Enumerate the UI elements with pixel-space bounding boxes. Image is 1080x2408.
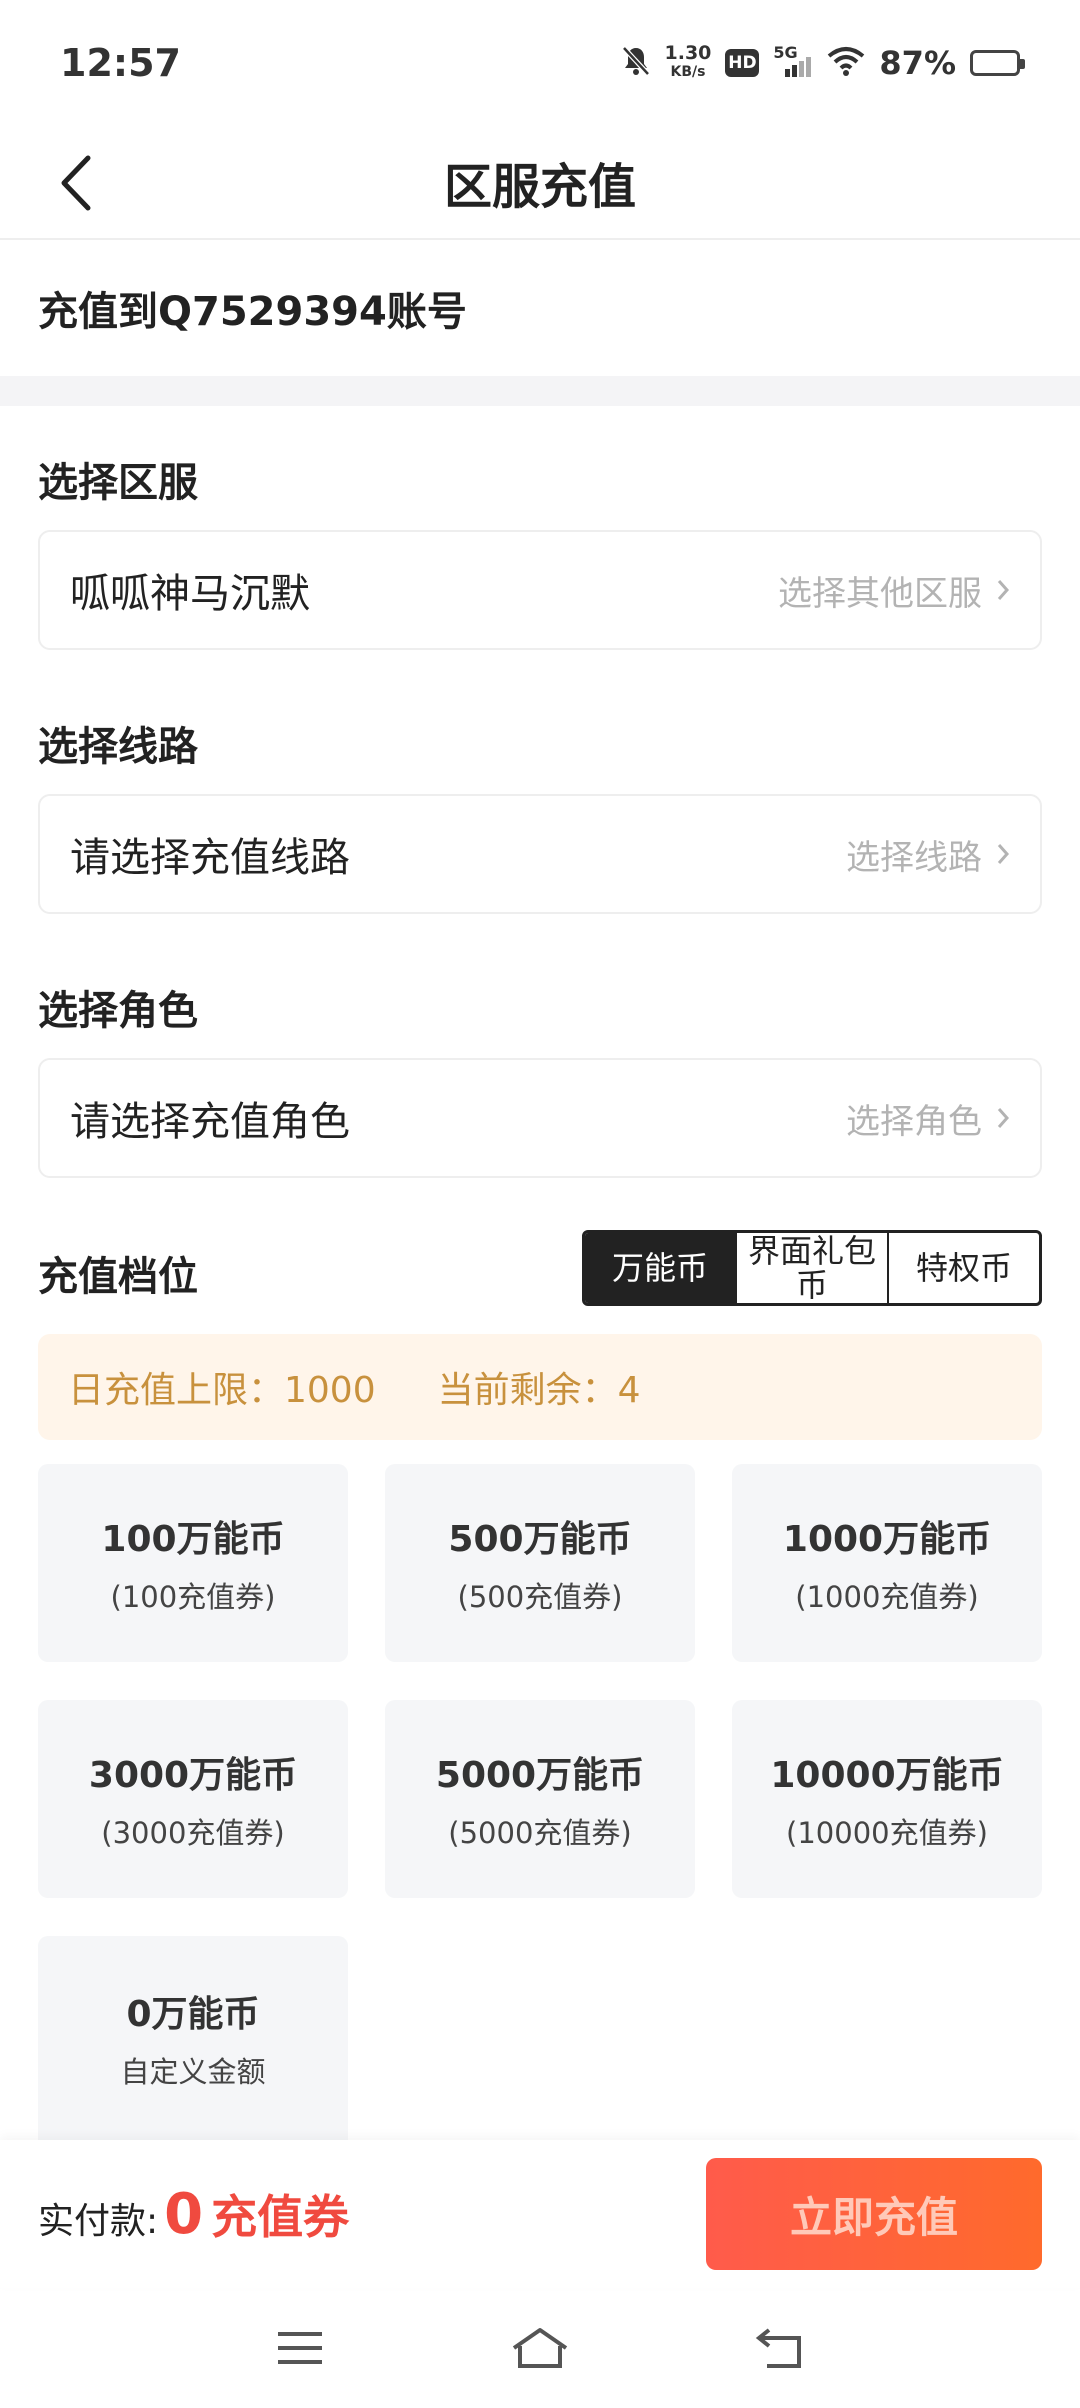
option-custom[interactable]: 0万能币 自定义金额 (38, 1936, 348, 2140)
status-icons: 1.30 KB/s HD 5G 87% (621, 43, 1025, 82)
server-label: 选择区服 (38, 460, 198, 506)
account-row: 充值到Q7529394账号 (0, 240, 1080, 376)
route-hint: 选择线路 (846, 830, 1010, 879)
server-select[interactable]: 呱呱神马沉默 选择其他区服 (38, 530, 1042, 650)
option-title: 100万能币 (101, 1519, 285, 1560)
page-title: 区服充值 (443, 159, 636, 215)
option-title: 1000万能币 (782, 1519, 992, 1560)
recharge-limit-banner: 日充值上限：1000 当前剩余：4 (38, 1334, 1042, 1440)
daily-limit: 日充值上限：1000 (68, 1370, 376, 1411)
option-subtitle: (10000充值券) (786, 1816, 988, 1850)
mute-bell-icon (621, 45, 651, 81)
route-label: 选择线路 (38, 724, 198, 770)
speed-value: 1.30 (664, 42, 712, 64)
role-select[interactable]: 请选择充值角色 选择角色 (38, 1058, 1042, 1178)
option-title: 3000万能币 (88, 1755, 298, 1796)
section-divider (0, 376, 1080, 406)
recharge-now-button[interactable]: 立即充值 (706, 2158, 1042, 2270)
status-bar: 12:57 1.30 KB/s HD 5G 87% (0, 0, 1080, 126)
nav-menu-button[interactable] (255, 2303, 345, 2393)
option-subtitle: (500充值券) (457, 1580, 623, 1614)
option-5000[interactable]: 5000万能币 (5000充值券) (385, 1700, 695, 1898)
route-value: 请选择充值线路 (70, 835, 350, 881)
option-title: 10000万能币 (770, 1755, 1004, 1796)
speed-unit: KB/s (670, 64, 706, 80)
back-arrow-icon (61, 155, 91, 211)
role-label: 选择角色 (38, 988, 198, 1034)
currency-tabs: 万能币 界面礼包币 特权币 (582, 1230, 1042, 1306)
signal-icon: 5G (773, 43, 813, 79)
tab-universal-coin[interactable]: 万能币 (585, 1233, 735, 1303)
back-button[interactable] (40, 146, 110, 220)
option-subtitle: (100充值券) (110, 1580, 276, 1614)
status-time: 12:57 (60, 41, 181, 85)
tier-label: 充值档位 (38, 1254, 198, 1300)
chevron-right-icon (997, 844, 1010, 864)
home-icon (512, 2328, 568, 2368)
wifi-icon (827, 46, 865, 80)
menu-icon (278, 2332, 322, 2364)
option-500[interactable]: 500万能币 (500充值券) (385, 1464, 695, 1662)
role-hint: 选择角色 (846, 1094, 1010, 1143)
tab-privilege-coin[interactable]: 特权币 (887, 1233, 1039, 1303)
route-select[interactable]: 请选择充值线路 选择线路 (38, 794, 1042, 914)
hd-badge: HD (725, 49, 760, 77)
role-hint-text: 选择角色 (846, 1101, 982, 1142)
option-3000[interactable]: 3000万能币 (3000充值券) (38, 1700, 348, 1898)
option-title: 500万能币 (448, 1519, 632, 1560)
payment-label: 实付款: (38, 2201, 159, 2242)
role-value: 请选择充值角色 (70, 1099, 350, 1145)
battery-icon (970, 50, 1025, 76)
option-subtitle: (5000充值券) (448, 1816, 632, 1850)
top-app-bar: 区服充值 (0, 126, 1080, 240)
server-hint-text: 选择其他区服 (778, 573, 982, 614)
payment-unit: 充值券 (211, 2190, 350, 2244)
option-title: 0万能币 (126, 1994, 260, 2035)
tab-gift-coin[interactable]: 界面礼包币 (735, 1233, 887, 1303)
server-hint: 选择其他区服 (778, 566, 1010, 615)
network-speed: 1.30 KB/s (665, 44, 712, 82)
payment-summary: 实付款: 0 充值券 (38, 2181, 349, 2247)
chevron-right-icon (997, 1108, 1010, 1128)
option-10000[interactable]: 10000万能币 (10000充值券) (732, 1700, 1042, 1898)
route-hint-text: 选择线路 (846, 837, 982, 878)
option-1000[interactable]: 1000万能币 (1000充值券) (732, 1464, 1042, 1662)
battery-percent: 87% (879, 44, 956, 82)
remaining-count: 当前剩余：4 (437, 1370, 641, 1411)
nav-home-button[interactable] (495, 2303, 585, 2393)
back-icon (755, 2328, 801, 2368)
nav-back-button[interactable] (735, 2303, 825, 2393)
recharge-account: 充值到Q7529394账号 (38, 289, 467, 335)
option-title: 5000万能币 (435, 1755, 645, 1796)
option-subtitle: (3000充值券) (101, 1816, 285, 1850)
chevron-right-icon (997, 580, 1010, 600)
server-value: 呱呱神马沉默 (70, 571, 310, 617)
system-nav-bar (0, 2288, 1080, 2408)
payment-bar: 实付款: 0 充值券 立即充值 (0, 2140, 1080, 2288)
option-subtitle: (1000充值券) (795, 1580, 979, 1614)
option-100[interactable]: 100万能币 (100充值券) (38, 1464, 348, 1662)
option-subtitle: 自定义金额 (120, 2055, 266, 2089)
payment-amount: 0 (164, 2182, 204, 2247)
